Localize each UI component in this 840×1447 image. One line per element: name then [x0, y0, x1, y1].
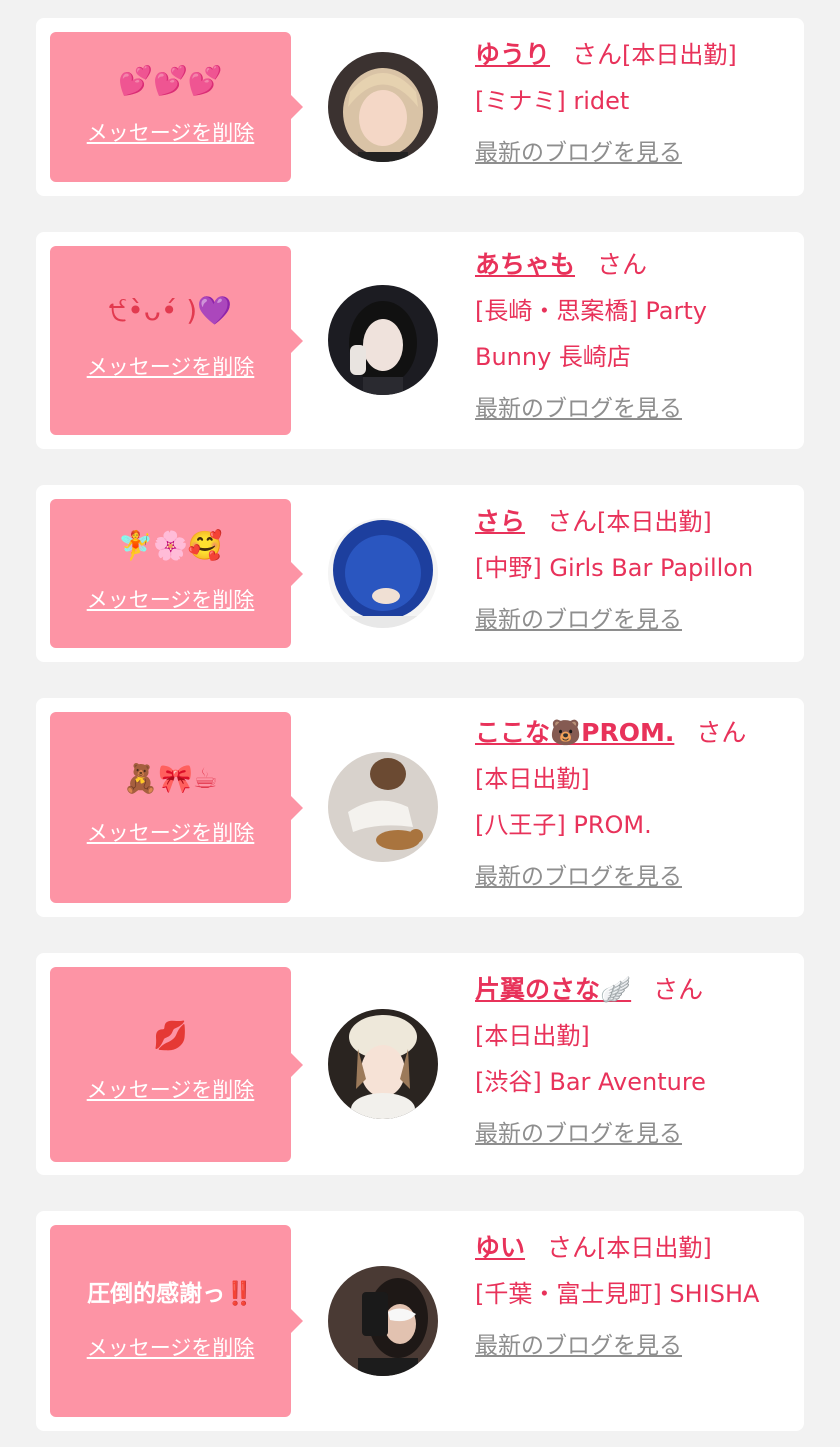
- message-bubble: 圧倒的感謝っ‼️ メッセージを削除: [50, 1225, 303, 1417]
- view-blog-link[interactable]: 最新のブログを見る: [475, 130, 682, 176]
- attendance-tag: [本日出勤]: [597, 508, 712, 536]
- shop-name: [中野] Girls Bar Papillon: [475, 554, 754, 582]
- cast-name-link[interactable]: ゆい: [475, 1233, 525, 1262]
- delete-message-link[interactable]: メッセージを削除: [50, 1077, 291, 1103]
- cast-info: あちゃも さん [長崎・思案橋] Party Bunny 長崎店 最新のブログを見…: [475, 242, 787, 432]
- cast-info: さら さん[本日出勤] [中野] Girls Bar Papillon 最新のブロ…: [475, 499, 787, 643]
- message-card: ੯•̀ᴗ•́ )💜 メッセージを削除 あちゃも さん [長崎・思案橋] Party…: [36, 232, 804, 449]
- delete-message-link[interactable]: メッセージを削除: [50, 587, 291, 613]
- avatar[interactable]: [328, 285, 438, 395]
- shop-name: [長崎・思案橋] Party Bunny 長崎店: [475, 297, 707, 371]
- view-blog-link[interactable]: 最新のブログを見る: [475, 854, 682, 900]
- attendance-tag: [本日出勤]: [597, 1234, 712, 1262]
- honorific: さん: [696, 718, 747, 747]
- message-text: 🧚🌸🥰: [118, 529, 223, 562]
- message-card: 🧸🎀☕ メッセージを削除 ここな🐻PROM. さん [本日出勤] [八王子] PR…: [36, 698, 804, 917]
- delete-message-link[interactable]: メッセージを削除: [50, 354, 291, 380]
- cast-name-link[interactable]: 片翼のさな🪽: [475, 975, 631, 1004]
- avatar[interactable]: [328, 518, 438, 628]
- attendance-tag: [本日出勤]: [475, 765, 590, 793]
- message-text: 💋: [153, 1019, 188, 1052]
- cast-info: ゆい さん[本日出勤] [千葉・富士見町] SHISHA 最新のブログを見る: [475, 1225, 787, 1369]
- avatar[interactable]: [328, 752, 438, 862]
- message-text: 圧倒的感謝っ‼️: [87, 1281, 254, 1307]
- avatar-blonde-hair-icon: [328, 52, 438, 162]
- honorific: さん: [597, 250, 648, 279]
- cast-name-link[interactable]: さら: [475, 507, 525, 536]
- message-bubble: 🧸🎀☕ メッセージを削除: [50, 712, 303, 903]
- message-text: 🧸🎀☕: [123, 762, 218, 795]
- message-card: 🧚🌸🥰 メッセージを削除 さら さん[本日出勤] [中野] Girls Bar P…: [36, 485, 804, 662]
- shop-name: [ミナミ] ridet: [475, 87, 630, 115]
- message-text: 💕💕💕: [118, 64, 223, 97]
- avatar[interactable]: [328, 52, 438, 162]
- avatar[interactable]: [328, 1009, 438, 1119]
- message-bubble: 💋 メッセージを削除: [50, 967, 303, 1162]
- honorific: さん: [547, 507, 598, 536]
- cast-info: 片翼のさな🪽 さん [本日出勤] [渋谷] Bar Aventure 最新のブログ…: [475, 967, 787, 1157]
- avatar[interactable]: [328, 1266, 438, 1376]
- avatar-dark-hair-icon: [328, 285, 438, 395]
- shop-name: [渋谷] Bar Aventure: [475, 1068, 706, 1096]
- shop-name: [八王子] PROM.: [475, 811, 652, 839]
- avatar-beanie-icon: [328, 1009, 438, 1119]
- cast-name-link[interactable]: ここな🐻PROM.: [475, 718, 674, 747]
- avatar-with-cat-icon: [328, 752, 438, 862]
- honorific: さん: [653, 975, 704, 1004]
- view-blog-link[interactable]: 最新のブログを見る: [475, 386, 682, 432]
- message-bubble: 🧚🌸🥰 メッセージを削除: [50, 499, 303, 648]
- attendance-tag: [本日出勤]: [622, 41, 737, 69]
- view-blog-link[interactable]: 最新のブログを見る: [475, 1111, 682, 1157]
- honorific: さん: [572, 40, 623, 69]
- honorific: さん: [547, 1233, 598, 1262]
- view-blog-link[interactable]: 最新のブログを見る: [475, 597, 682, 643]
- message-list: 💕💕💕 メッセージを削除 ゆうり さん[本日出勤] [ミナミ] ridet 最新の…: [0, 0, 840, 1447]
- delete-message-link[interactable]: メッセージを削除: [50, 120, 291, 146]
- message-bubble: ੯•̀ᴗ•́ )💜 メッセージを削除: [50, 246, 303, 435]
- cast-info: ゆうり さん[本日出勤] [ミナミ] ridet 最新のブログを見る: [475, 32, 787, 176]
- view-blog-link[interactable]: 最新のブログを見る: [475, 1323, 682, 1369]
- attendance-tag: [本日出勤]: [475, 1022, 590, 1050]
- cast-name-link[interactable]: あちゃも: [475, 250, 575, 279]
- message-card: 💋 メッセージを削除 片翼のさな🪽 さん [本日出勤] [渋谷] Bar Aven…: [36, 953, 804, 1175]
- delete-message-link[interactable]: メッセージを削除: [50, 820, 291, 846]
- avatar-blue-chair-icon: [328, 518, 438, 628]
- avatar-phone-selfie-icon: [328, 1266, 438, 1376]
- cast-name-link[interactable]: ゆうり: [475, 40, 550, 69]
- message-card: 圧倒的感謝っ‼️ メッセージを削除 ゆい さん[本日出勤] [千葉・富士見町] S…: [36, 1211, 804, 1431]
- delete-message-link[interactable]: メッセージを削除: [50, 1335, 291, 1361]
- message-card: 💕💕💕 メッセージを削除 ゆうり さん[本日出勤] [ミナミ] ridet 最新の…: [36, 18, 804, 196]
- cast-info: ここな🐻PROM. さん [本日出勤] [八王子] PROM. 最新のブログを見る: [475, 710, 787, 900]
- message-bubble: 💕💕💕 メッセージを削除: [50, 32, 303, 182]
- shop-name: [千葉・富士見町] SHISHA: [475, 1280, 760, 1308]
- message-text: ੯•̀ᴗ•́ )💜: [108, 294, 233, 327]
